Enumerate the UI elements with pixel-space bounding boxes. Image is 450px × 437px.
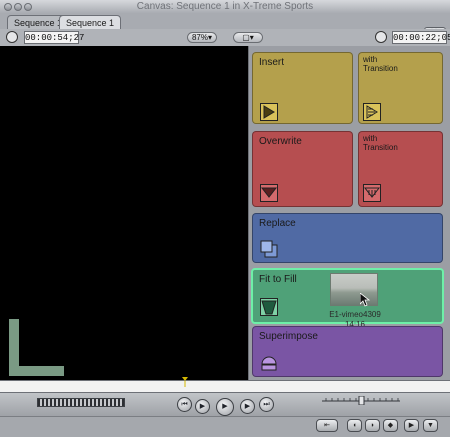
- dragged-clip-name: E1-vimeo4309: [329, 310, 381, 319]
- play-around-button[interactable]: ▶: [240, 399, 255, 414]
- zoom-popup[interactable]: 87%▾: [187, 32, 217, 43]
- replace-overlay[interactable]: Replace: [252, 213, 443, 263]
- jog-control[interactable]: [322, 396, 400, 405]
- play-in-to-out-button[interactable]: ▶: [195, 399, 210, 414]
- overwrite-with-transition-overlay[interactable]: with Transition: [358, 131, 443, 207]
- replace-label: Replace: [259, 218, 296, 229]
- superimpose-overlay[interactable]: Superimpose: [252, 326, 443, 377]
- view-popup[interactable]: ▢▾: [233, 32, 263, 43]
- overwrite-overlay[interactable]: Overwrite: [252, 131, 353, 207]
- insert-label: Insert: [259, 57, 285, 68]
- go-to-in-point-button[interactable]: ⏮: [177, 397, 192, 412]
- fit-to-fill-label: Fit to Fill: [259, 274, 297, 285]
- view-menu-chevron: ▾: [249, 33, 254, 42]
- dragged-clip-thumbnail[interactable]: [330, 273, 378, 306]
- replace-icon: [260, 240, 278, 258]
- playhead-icon[interactable]: [182, 377, 188, 387]
- insert-with-transition-overlay[interactable]: with Transition: [358, 52, 443, 124]
- insert-with-transition-icon: [363, 103, 381, 121]
- go-to-out-point-button[interactable]: ⏭: [259, 397, 274, 412]
- current-timecode-icon: [375, 31, 387, 43]
- scrubber-bar[interactable]: [0, 380, 450, 393]
- mouse-pointer-icon: [360, 293, 370, 307]
- shuttle-control[interactable]: [37, 398, 125, 407]
- mark-in-button[interactable]: ◖: [347, 419, 362, 432]
- view-frame-icon: ▢: [242, 33, 250, 42]
- tab-bar: Sequence 1 Sequence 1: [0, 13, 450, 40]
- fit-to-fill-icon: [260, 298, 278, 316]
- zoom-value: 87%: [191, 33, 208, 42]
- overwrite-edit-button[interactable]: ▼: [423, 419, 438, 432]
- overwrite-with-transition-label: with Transition: [363, 134, 398, 152]
- mark-out-button[interactable]: ◗: [365, 419, 380, 432]
- superimpose-icon: [261, 356, 277, 371]
- overwrite-label: Overwrite: [259, 136, 302, 147]
- play-button[interactable]: ▶: [216, 398, 234, 416]
- tab-sequence-1-b[interactable]: Sequence 1: [59, 15, 122, 29]
- insert-with-transition-label: with Transition: [363, 55, 398, 73]
- match-frame-button[interactable]: ⇤: [316, 419, 338, 432]
- insert-edit-button[interactable]: ▶: [404, 419, 419, 432]
- timecode-duration-icon: [6, 31, 18, 43]
- canvas-toolbar: 00:00:54;27 87%▾ ▢▾ 00:00:22;05: [0, 29, 450, 47]
- superimpose-label: Superimpose: [259, 331, 318, 342]
- window-title: Canvas: Sequence 1 in X-Treme Sports: [136, 1, 314, 12]
- chevron-down-icon: ▾: [208, 33, 213, 42]
- out-point-indicator-icon: [9, 319, 64, 376]
- window-titlebar: Canvas: Sequence 1 in X-Treme Sports: [0, 0, 450, 14]
- add-marker-button[interactable]: ◆: [383, 419, 398, 432]
- overwrite-with-transition-icon: [363, 184, 381, 202]
- insert-overlay[interactable]: Insert: [252, 52, 353, 124]
- insert-icon: [260, 103, 278, 121]
- timecode-duration-field[interactable]: 00:00:54;27: [24, 31, 84, 44]
- overwrite-icon: [260, 184, 278, 202]
- current-timecode-field[interactable]: 00:00:22;05: [392, 31, 450, 44]
